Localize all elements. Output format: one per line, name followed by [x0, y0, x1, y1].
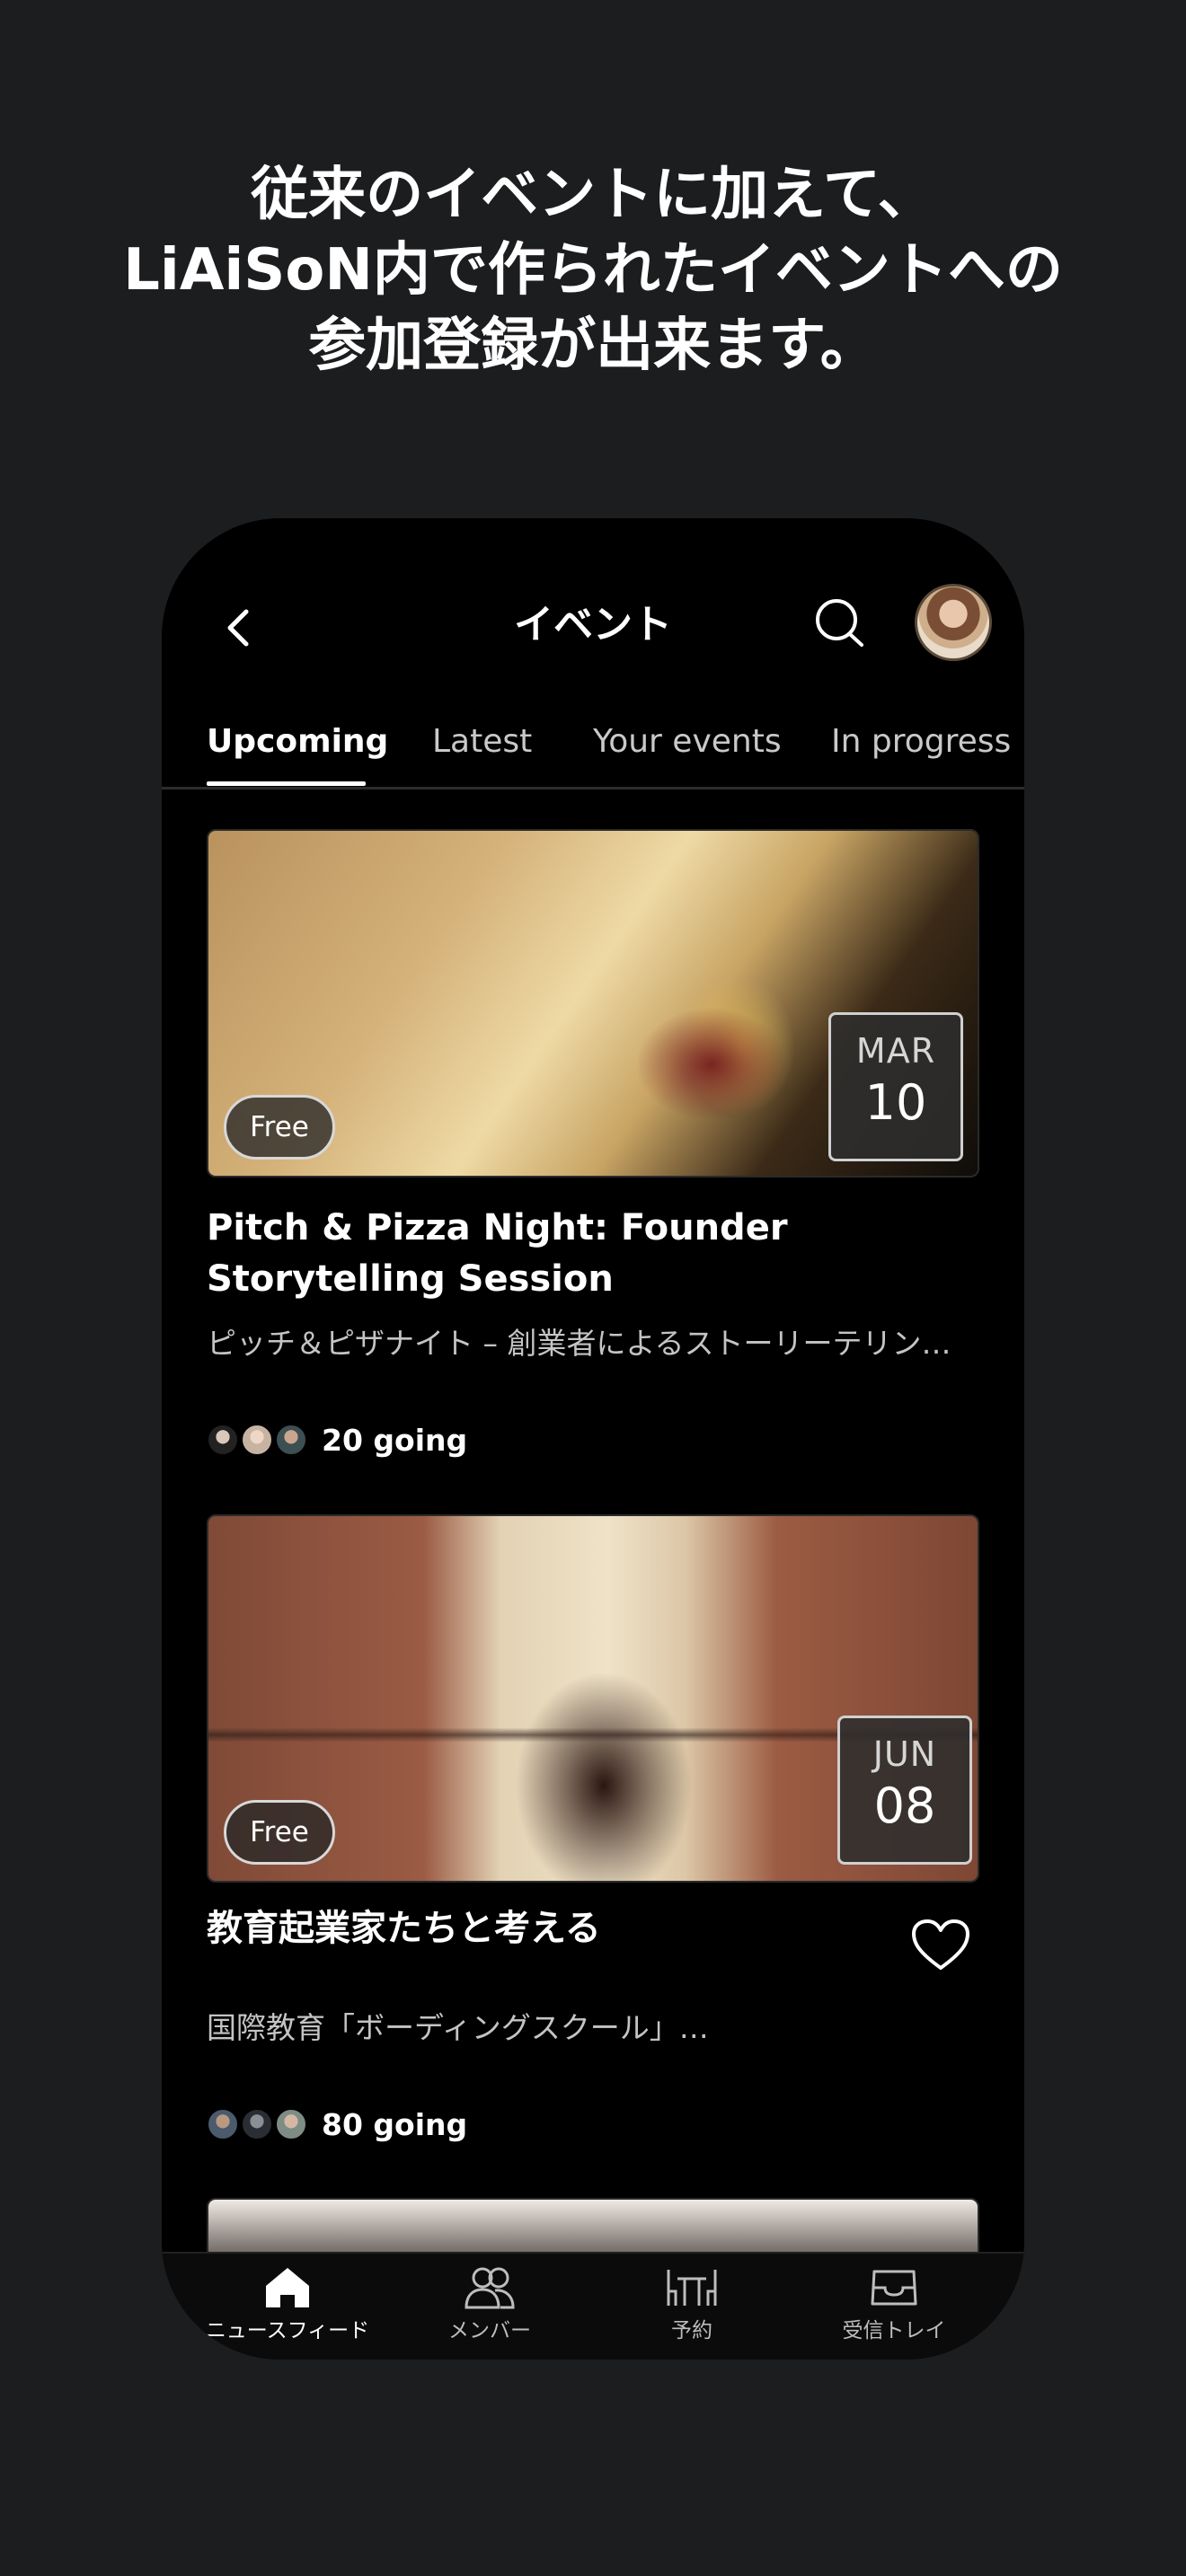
- nav-label: メンバー: [448, 2319, 531, 2342]
- nav-label: ニュースフィード: [205, 2319, 370, 2342]
- going-count: 20 going: [322, 1422, 468, 1458]
- profile-avatar[interactable]: [915, 584, 992, 661]
- event-image[interactable]: Free MAR 10: [207, 829, 979, 1178]
- date-day: 08: [873, 1778, 936, 1834]
- date-month: JUN: [872, 1734, 937, 1774]
- favorite-button[interactable]: [909, 1918, 972, 1973]
- heart-icon: [912, 1919, 969, 1970]
- tab-your-events[interactable]: Your events: [593, 723, 782, 760]
- members-icon: [465, 2267, 515, 2309]
- home-icon: [266, 2268, 309, 2307]
- date-badge: MAR 10: [828, 1012, 963, 1161]
- event-description: ピッチ＆ピザナイト – 創業者によるストーリーテリング・セッション: [207, 1326, 979, 1361]
- price-badge: Free: [224, 1800, 335, 1865]
- phone-screen: イベント Upcoming Latest Your events In prog…: [162, 518, 1024, 2360]
- nav-newsfeed[interactable]: ニュースフィード: [189, 2264, 386, 2343]
- event-description: 国際教育「ボーディングスクール」…: [207, 2010, 709, 2045]
- price-badge: Free: [224, 1095, 335, 1160]
- promo-headline: 従来のイベントに加えて、 LiAiSoN内で作られたイベントへの 参加登録が出来…: [0, 157, 1186, 384]
- date-month: MAR: [855, 1031, 936, 1071]
- date-badge: JUN 08: [837, 1716, 972, 1865]
- bottom-nav: ニュースフィード メンバー 予約 受信トレイ: [162, 2252, 1024, 2360]
- tab-in-progress[interactable]: In progress: [831, 723, 1011, 760]
- event-tabs: Upcoming Latest Your events In progress: [162, 723, 1024, 790]
- search-icon: [816, 599, 863, 647]
- attendee-summary[interactable]: 20 going: [207, 1422, 467, 1458]
- active-tab-indicator: [207, 781, 366, 786]
- attendee-avatar: [207, 2108, 239, 2140]
- promo-line-2: LiAiSoN内で作られたイベントへの: [123, 237, 1063, 304]
- promo-line-1: 従来のイベントに加えて、: [251, 162, 935, 228]
- search-button[interactable]: [811, 595, 871, 654]
- table-icon: [667, 2270, 717, 2306]
- attendee-avatar: [275, 2108, 307, 2140]
- attendee-avatar: [241, 1424, 273, 1456]
- attendee-avatar: [275, 1424, 307, 1456]
- nav-label: 予約: [671, 2319, 712, 2342]
- app-header: イベント: [162, 518, 1024, 725]
- nav-members[interactable]: メンバー: [391, 2264, 589, 2343]
- going-count: 80 going: [322, 2106, 468, 2142]
- nav-inbox[interactable]: 受信トレイ: [795, 2264, 993, 2343]
- event-title[interactable]: 教育起業家たちと考える: [207, 1903, 925, 1954]
- nav-label: 受信トレイ: [842, 2319, 946, 2342]
- attendee-summary[interactable]: 80 going: [207, 2106, 467, 2142]
- event-image[interactable]: Free JUN 08: [207, 1514, 979, 1883]
- date-day: 10: [864, 1074, 927, 1131]
- page-title: イベント: [514, 602, 672, 648]
- attendee-avatar: [241, 2108, 273, 2140]
- event-title[interactable]: Pitch & Pizza Night: Founder Storytellin…: [207, 1203, 925, 1305]
- nav-reservation[interactable]: 予約: [593, 2264, 791, 2343]
- tab-latest[interactable]: Latest: [432, 723, 532, 760]
- tab-upcoming[interactable]: Upcoming: [207, 723, 388, 760]
- inbox-icon: [871, 2270, 917, 2306]
- attendee-avatar: [207, 1424, 239, 1456]
- promo-line-3: 参加登録が出来ます。: [308, 313, 878, 379]
